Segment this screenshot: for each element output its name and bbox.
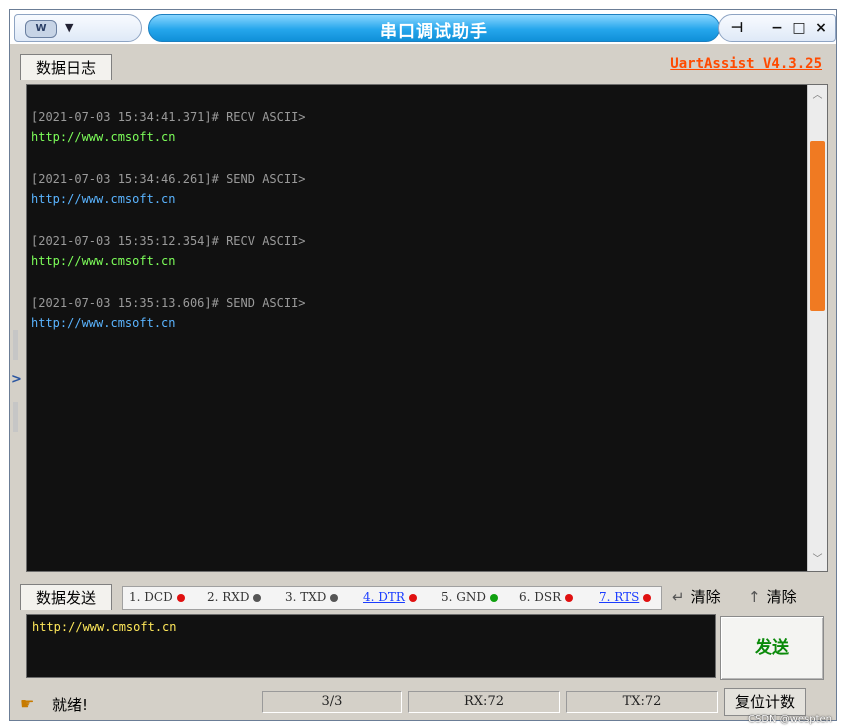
log-scrollbar[interactable]: ︿ ﹀ <box>807 85 827 571</box>
serial-pin-status: 1. DCD 2. RXD 3. TXD 4. DTR 5. GND 6. DSR 7. R… <box>122 586 662 610</box>
pin-icon[interactable]: ⊣ <box>727 18 747 38</box>
pin-6: 6. DSR <box>519 590 574 604</box>
minimize-button[interactable]: − <box>767 18 787 38</box>
log-entry: [2021-07-03 15:35:13.606]# SEND ASCII> ht… <box>31 293 306 333</box>
tab-data-send[interactable]: 数据发送 <box>20 584 112 610</box>
pin-label: 2. RXD <box>207 590 250 604</box>
send-button[interactable]: 发送 <box>720 616 824 680</box>
pointing-hand-icon: ☛ <box>20 694 35 713</box>
side-panel-handle[interactable]: > <box>11 330 22 440</box>
log-entry-body: http://www.cmsoft.cn <box>31 130 176 144</box>
log-entry-header: [2021-07-03 15:34:41.371]# RECV ASCII> <box>31 110 306 124</box>
status-text: 就绪! <box>52 696 89 714</box>
window-title: 串口调试助手 <box>380 22 488 42</box>
pin-2: 2. RXD <box>207 590 262 604</box>
watermark: CSDN @wespten <box>748 714 832 725</box>
frame-count: 3/3 <box>262 691 402 713</box>
handle-grip-top <box>13 330 18 360</box>
maximize-button[interactable]: □ <box>789 18 809 38</box>
pin-3: 3. TXD <box>285 590 339 604</box>
tab-data-log[interactable]: 数据日志 <box>20 54 112 80</box>
title-bar: W ▼ 串口调试助手 ⊣ − □ × <box>10 10 836 44</box>
status-dot-icon <box>408 593 417 602</box>
status-bar: ☛ 就绪! 3/3 RX:72 TX:72 复位计数 <box>10 686 836 720</box>
log-entry: [2021-07-03 15:34:46.261]# SEND ASCII> ht… <box>31 169 306 209</box>
title-left-cap: W ▼ <box>14 14 142 42</box>
log-entry-body: http://www.cmsoft.cn <box>31 316 176 330</box>
system-menu-caret-icon[interactable]: ▼ <box>65 21 73 34</box>
status-dot-icon <box>489 593 498 602</box>
scroll-down-icon[interactable]: ﹀ <box>808 551 827 569</box>
log-entry-header: [2021-07-03 15:35:12.354]# RECV ASCII> <box>31 234 306 248</box>
pin-label: 6. DSR <box>519 590 562 604</box>
send-toolbar: 数据发送 1. DCD 2. RXD 3. TXD 4. DTR 5. GND 6. DS… <box>10 576 836 612</box>
window-controls: ⊣ − □ × <box>718 14 836 42</box>
clear-send-button[interactable]: ↑ 清除 <box>748 586 797 607</box>
status-dot-icon <box>565 593 574 602</box>
log-entry: [2021-07-03 15:35:12.354]# RECV ASCII> ht… <box>31 231 306 271</box>
handle-grip-bottom <box>13 402 18 432</box>
corner-arrow-down-icon: ↵ <box>672 588 685 606</box>
pin-label: 3. TXD <box>285 590 327 604</box>
pin-label: 7. RTS <box>599 590 640 604</box>
brand-version-link[interactable]: UartAssist V4.3.25 <box>670 56 822 72</box>
rx-counter: RX:72 <box>408 691 560 713</box>
receive-log-panel[interactable]: [2021-07-03 15:34:41.371]# RECV ASCII> ht… <box>26 84 828 572</box>
status-dot-icon <box>176 593 185 602</box>
log-tab-row: 数据日志 UartAssist V4.3.25 <box>10 44 836 84</box>
pin-label: 5. GND <box>441 590 486 604</box>
scroll-thumb[interactable] <box>810 141 825 311</box>
log-entry-body: http://www.cmsoft.cn <box>31 254 176 268</box>
log-entry: [2021-07-03 15:34:41.371]# RECV ASCII> ht… <box>31 107 306 147</box>
app-icon[interactable]: W <box>25 20 57 38</box>
pin-label: 1. DCD <box>129 590 173 604</box>
expand-arrow-icon[interactable]: > <box>11 372 22 387</box>
corner-arrow-up-icon: ↑ <box>748 588 761 606</box>
reset-count-button[interactable]: 复位计数 <box>724 688 806 716</box>
pin-5: 5. GND <box>441 590 498 604</box>
log-entry-header: [2021-07-03 15:35:13.606]# SEND ASCII> <box>31 296 306 310</box>
pin-1: 1. DCD <box>129 590 185 604</box>
status-dot-icon <box>253 593 262 602</box>
clear-receive-button[interactable]: ↵ 清除 <box>672 586 721 607</box>
clear-send-label: 清除 <box>766 588 797 606</box>
pin-4[interactable]: 4. DTR <box>363 590 417 604</box>
close-button[interactable]: × <box>811 18 831 38</box>
log-entry-header: [2021-07-03 15:34:46.261]# SEND ASCII> <box>31 172 306 186</box>
tx-counter: TX:72 <box>566 691 718 713</box>
app-window: W ▼ 串口调试助手 ⊣ − □ × 数据日志 UartAssist V4.3.… <box>9 9 837 721</box>
pin-7[interactable]: 7. RTS <box>599 590 652 604</box>
status-dot-icon <box>643 593 652 602</box>
send-input[interactable]: http://www.cmsoft.cn <box>26 614 716 678</box>
pin-label: 4. DTR <box>363 590 405 604</box>
log-entry-body: http://www.cmsoft.cn <box>31 192 176 206</box>
clear-receive-label: 清除 <box>690 588 721 606</box>
title-center: 串口调试助手 <box>148 14 720 42</box>
status-dot-icon <box>330 593 339 602</box>
scroll-up-icon[interactable]: ︿ <box>808 87 827 105</box>
